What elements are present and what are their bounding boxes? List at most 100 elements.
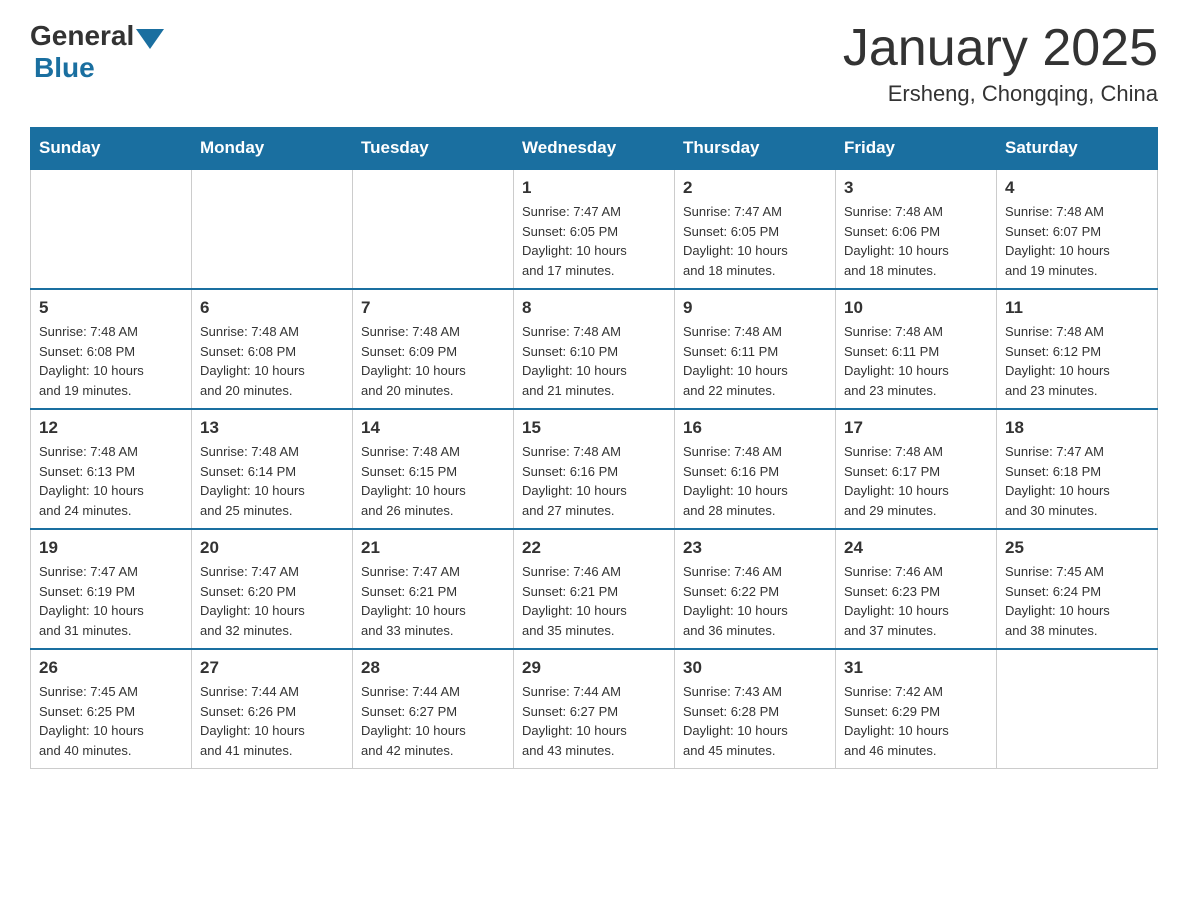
day-info: Sunrise: 7:48 AM Sunset: 6:11 PM Dayligh… [683,322,827,400]
day-info: Sunrise: 7:47 AM Sunset: 6:20 PM Dayligh… [200,562,344,640]
day-number: 24 [844,538,988,558]
calendar-cell: 1Sunrise: 7:47 AM Sunset: 6:05 PM Daylig… [514,169,675,289]
calendar-cell [31,169,192,289]
calendar-cell: 3 Sunrise: 7:48 AM Sunset: 6:06 PM Daylig… [836,169,997,289]
day-number: 31 [844,658,988,678]
day-number: 5 [39,298,183,318]
day-info: Sunrise: 7:48 AM Sunset: 6:11 PM Dayligh… [844,322,988,400]
day-info: Sunrise: 7:48 AM Sunset: 6:15 PM Dayligh… [361,442,505,520]
day-number: 4 [1005,178,1149,198]
day-info: Sunrise: 7:48 AM Sunset: 6:06 PM Dayligh… [844,202,988,280]
weekday-header-sunday: Sunday [31,128,192,170]
calendar-cell: 15Sunrise: 7:48 AM Sunset: 6:16 PM Dayli… [514,409,675,529]
calendar-cell: 29 Sunrise: 7:44 AM Sunset: 6:27 PM Dayli… [514,649,675,769]
calendar-cell [997,649,1158,769]
calendar-cell: 25 Sunrise: 7:45 AM Sunset: 6:24 PM Dayli… [997,529,1158,649]
weekday-header-row: SundayMondayTuesdayWednesdayThursdayFrid… [31,128,1158,170]
calendar-cell: 17 Sunrise: 7:48 AM Sunset: 6:17 PM Dayli… [836,409,997,529]
day-info: Sunrise: 7:43 AM Sunset: 6:28 PM Dayligh… [683,682,827,760]
day-info: Sunrise: 7:46 AM Sunset: 6:21 PM Dayligh… [522,562,666,640]
calendar-cell: 30 Sunrise: 7:43 AM Sunset: 6:28 PM Dayli… [675,649,836,769]
day-info: Sunrise: 7:47 AM Sunset: 6:18 PM Dayligh… [1005,442,1149,520]
logo-general-text: General [30,20,134,52]
day-info: Sunrise: 7:47 AM Sunset: 6:05 PM Dayligh… [683,202,827,280]
calendar-cell: 27 Sunrise: 7:44 AM Sunset: 6:26 PM Dayli… [192,649,353,769]
day-info: Sunrise: 7:48 AM Sunset: 6:07 PM Dayligh… [1005,202,1149,280]
day-number: 13 [200,418,344,438]
day-number: 11 [1005,298,1149,318]
week-row-4: 19Sunrise: 7:47 AM Sunset: 6:19 PM Dayli… [31,529,1158,649]
calendar-cell: 21 Sunrise: 7:47 AM Sunset: 6:21 PM Dayli… [353,529,514,649]
week-row-5: 26 Sunrise: 7:45 AM Sunset: 6:25 PM Dayli… [31,649,1158,769]
day-number: 23 [683,538,827,558]
day-number: 18 [1005,418,1149,438]
calendar-title: January 2025 [843,20,1158,77]
day-number: 22 [522,538,666,558]
calendar-cell: 23Sunrise: 7:46 AM Sunset: 6:22 PM Dayli… [675,529,836,649]
day-number: 21 [361,538,505,558]
weekday-header-saturday: Saturday [997,128,1158,170]
week-row-1: 1 Sunrise: 7:47 AM Sunset: 6:05 PM Daylig… [31,169,1158,289]
calendar-cell: 24Sunrise: 7:46 AM Sunset: 6:23 PM Dayli… [836,529,997,649]
day-number: 16 [683,418,827,438]
day-number: 6 [200,298,344,318]
day-number: 27 [200,658,344,678]
day-number: 29 [522,658,666,678]
calendar-cell [192,169,353,289]
day-number: 10 [844,298,988,318]
calendar-cell: 2 Sunrise: 7:47 AM Sunset: 6:05 PM Daylig… [675,169,836,289]
day-number: 1 [522,178,666,198]
day-number: 8 [522,298,666,318]
day-info: Sunrise: 7:48 AM Sunset: 6:09 PM Dayligh… [361,322,505,400]
weekday-header-wednesday: Wednesday [514,128,675,170]
calendar-cell: 11 Sunrise: 7:48 AM Sunset: 6:12 PM Dayli… [997,289,1158,409]
day-info: Sunrise: 7:44 AM Sunset: 6:26 PM Dayligh… [200,682,344,760]
calendar-cell: 4 Sunrise: 7:48 AM Sunset: 6:07 PM Daylig… [997,169,1158,289]
weekday-header-friday: Friday [836,128,997,170]
day-number: 12 [39,418,183,438]
day-info: Sunrise: 7:42 AM Sunset: 6:29 PM Dayligh… [844,682,988,760]
day-number: 3 [844,178,988,198]
calendar-cell: 7 Sunrise: 7:48 AM Sunset: 6:09 PM Daylig… [353,289,514,409]
calendar-cell: 14Sunrise: 7:48 AM Sunset: 6:15 PM Dayli… [353,409,514,529]
calendar-cell [353,169,514,289]
day-number: 26 [39,658,183,678]
day-info: Sunrise: 7:44 AM Sunset: 6:27 PM Dayligh… [522,682,666,760]
weekday-header-thursday: Thursday [675,128,836,170]
calendar-table: SundayMondayTuesdayWednesdayThursdayFrid… [30,127,1158,769]
day-info: Sunrise: 7:47 AM Sunset: 6:21 PM Dayligh… [361,562,505,640]
day-number: 17 [844,418,988,438]
calendar-cell: 22 Sunrise: 7:46 AM Sunset: 6:21 PM Dayli… [514,529,675,649]
calendar-cell: 31 Sunrise: 7:42 AM Sunset: 6:29 PM Dayli… [836,649,997,769]
calendar-cell: 5Sunrise: 7:48 AM Sunset: 6:08 PM Daylig… [31,289,192,409]
day-number: 9 [683,298,827,318]
day-number: 28 [361,658,505,678]
day-number: 7 [361,298,505,318]
day-number: 25 [1005,538,1149,558]
day-info: Sunrise: 7:45 AM Sunset: 6:25 PM Dayligh… [39,682,183,760]
day-number: 30 [683,658,827,678]
day-number: 20 [200,538,344,558]
logo-blue-text: Blue [34,52,95,84]
calendar-subtitle: Ersheng, Chongqing, China [843,81,1158,107]
weekday-header-tuesday: Tuesday [353,128,514,170]
calendar-cell: 26 Sunrise: 7:45 AM Sunset: 6:25 PM Dayli… [31,649,192,769]
day-info: Sunrise: 7:48 AM Sunset: 6:12 PM Dayligh… [1005,322,1149,400]
weekday-header-monday: Monday [192,128,353,170]
calendar-cell: 13Sunrise: 7:48 AM Sunset: 6:14 PM Dayli… [192,409,353,529]
calendar-cell: 10 Sunrise: 7:48 AM Sunset: 6:11 PM Dayli… [836,289,997,409]
day-info: Sunrise: 7:48 AM Sunset: 6:10 PM Dayligh… [522,322,666,400]
day-info: Sunrise: 7:48 AM Sunset: 6:13 PM Dayligh… [39,442,183,520]
calendar-cell: 19Sunrise: 7:47 AM Sunset: 6:19 PM Dayli… [31,529,192,649]
day-info: Sunrise: 7:47 AM Sunset: 6:19 PM Dayligh… [39,562,183,640]
day-info: Sunrise: 7:48 AM Sunset: 6:17 PM Dayligh… [844,442,988,520]
day-info: Sunrise: 7:45 AM Sunset: 6:24 PM Dayligh… [1005,562,1149,640]
title-section: January 2025 Ersheng, Chongqing, China [843,20,1158,107]
day-number: 2 [683,178,827,198]
calendar-cell: 28Sunrise: 7:44 AM Sunset: 6:27 PM Dayli… [353,649,514,769]
calendar-cell: 20 Sunrise: 7:47 AM Sunset: 6:20 PM Dayli… [192,529,353,649]
week-row-2: 5 Sunrise: 7:48 AM Sunset: 6:08 PM Daylig… [31,289,1158,409]
calendar-cell: 16Sunrise: 7:48 AM Sunset: 6:16 PM Dayli… [675,409,836,529]
day-info: Sunrise: 7:48 AM Sunset: 6:16 PM Dayligh… [522,442,666,520]
day-info: Sunrise: 7:48 AM Sunset: 6:08 PM Dayligh… [200,322,344,400]
